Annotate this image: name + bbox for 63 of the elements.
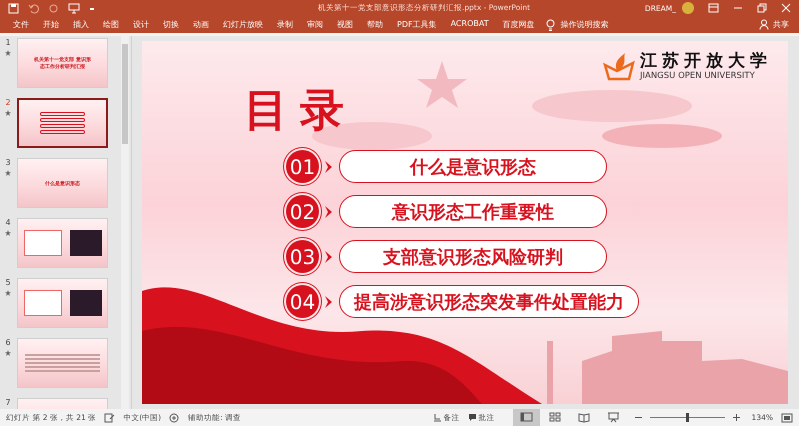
slide-thumbnail[interactable] xyxy=(17,98,108,148)
ribbon-display-icon[interactable] xyxy=(708,3,719,13)
animation-star-icon xyxy=(5,230,11,236)
contents-item: 意识形态工作重要性 xyxy=(339,195,607,228)
presentation-icon[interactable] xyxy=(68,2,80,14)
animation-star-icon xyxy=(5,50,11,56)
zoom-out-icon[interactable] xyxy=(634,414,642,421)
ribbon-tab[interactable]: 设计 xyxy=(126,18,156,31)
ribbon-tab[interactable]: 动画 xyxy=(186,18,216,31)
animation-star-icon xyxy=(5,290,11,296)
comment-icon xyxy=(468,413,477,422)
chevron-icon xyxy=(324,250,334,264)
chevron-icon xyxy=(324,160,334,174)
close-icon[interactable] xyxy=(781,3,791,13)
slide-number: 4 xyxy=(5,218,11,227)
animation-star-icon xyxy=(5,350,11,356)
contents-item: 支部意识形态风险研判 xyxy=(339,240,607,273)
slide-number: 7 xyxy=(5,398,11,407)
slide-number: 6 xyxy=(5,338,11,347)
lightbulb-icon xyxy=(546,18,555,30)
star-icon xyxy=(417,61,467,108)
ribbon-tab[interactable]: 审阅 xyxy=(300,18,330,31)
share-button[interactable]: 共享 xyxy=(773,19,789,30)
ribbon-tab[interactable]: 幻灯片放映 xyxy=(216,18,270,31)
contents-item: 什么是意识形态 xyxy=(339,150,607,183)
contents-item: 提高涉意识形态突发事件处置能力 xyxy=(339,285,639,318)
chevron-icon xyxy=(324,204,334,218)
avatar xyxy=(682,2,694,14)
ribbon-tab[interactable]: 百度网盘 xyxy=(496,18,542,31)
animation-star-icon xyxy=(5,170,11,176)
animation-star-icon xyxy=(5,110,11,116)
person-icon xyxy=(759,19,769,30)
ribbon-tab[interactable]: ACROBAT xyxy=(444,18,496,31)
item-number-badge: 01 xyxy=(286,150,319,183)
scrollbar[interactable] xyxy=(121,36,129,409)
ribbon-tab[interactable]: 切换 xyxy=(156,18,186,31)
slide-number: 1 xyxy=(5,38,11,47)
restore-icon[interactable] xyxy=(757,3,767,13)
ribbon-tab[interactable]: 开始 xyxy=(36,18,66,31)
fit-slide-icon[interactable] xyxy=(781,412,793,422)
ribbon-tab[interactable]: 帮助 xyxy=(360,18,390,31)
slide-number: 3 xyxy=(5,158,11,167)
chevron-icon xyxy=(324,294,334,308)
item-number-badge: 04 xyxy=(286,285,319,318)
university-logo-icon xyxy=(603,51,635,81)
slide-number: 2 xyxy=(5,98,11,107)
ribbon-tab[interactable]: PDF工具集 xyxy=(390,18,444,31)
zoom-in-icon[interactable] xyxy=(732,414,740,421)
university-name: 江苏开放大学 xyxy=(640,51,772,71)
university-english-name: JIANGSU OPEN UNIVERSITY xyxy=(640,71,756,81)
tell-me-search[interactable]: 操作说明搜索 xyxy=(560,19,609,30)
ribbon-tab[interactable]: 插入 xyxy=(66,18,96,31)
item-number-badge: 02 xyxy=(286,195,319,228)
save-icon[interactable] xyxy=(8,2,19,14)
slide-heading: 目录 xyxy=(244,85,356,137)
item-number-badge: 03 xyxy=(286,240,319,273)
slide-number: 5 xyxy=(5,278,11,287)
undo-icon[interactable] xyxy=(28,2,39,14)
normal-view-icon[interactable] xyxy=(512,409,540,426)
ribbon-tab[interactable]: 绘图 xyxy=(96,18,126,31)
ribbon-tab[interactable]: 录制 xyxy=(270,18,300,31)
ribbon-tab[interactable]: 文件 xyxy=(6,18,36,31)
ribbon-tab[interactable]: 视图 xyxy=(330,18,360,31)
